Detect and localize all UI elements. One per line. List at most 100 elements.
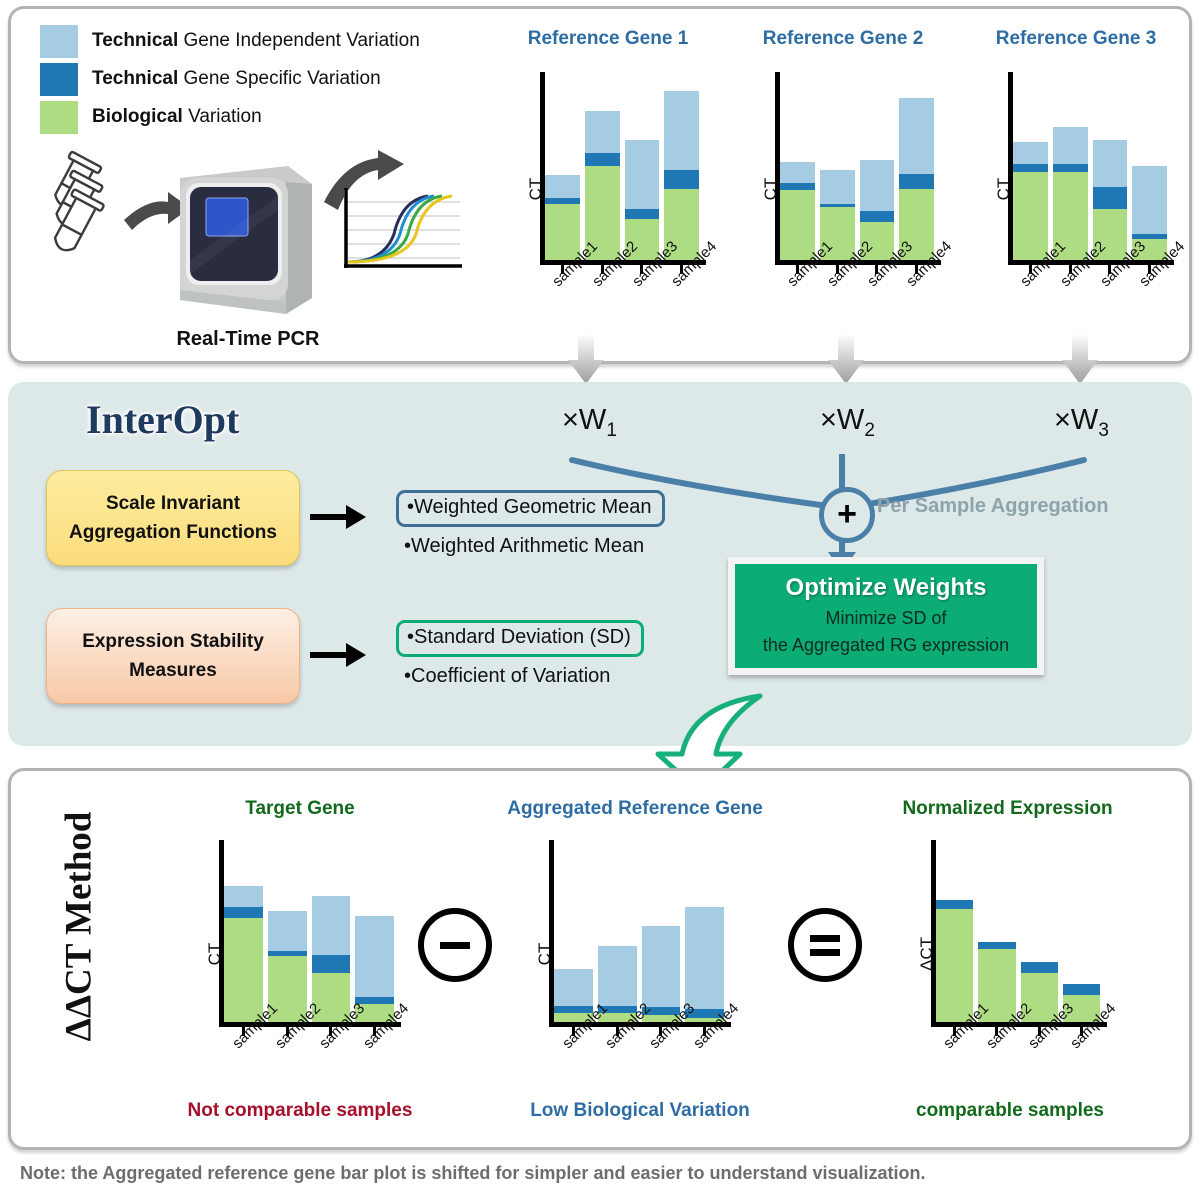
- legend-swatch-technical-independent: [40, 24, 78, 58]
- pcr-machine-icon: [180, 166, 312, 314]
- box-line-1: Scale Invariant: [105, 492, 241, 514]
- chart-title: Reference Gene 2: [762, 28, 924, 49]
- bar-segment-tech-ind: [311, 896, 351, 955]
- bar-segment-tech-ind: [1132, 166, 1167, 234]
- option-coefficient-of-variation[interactable]: •Coefficient of Variation: [404, 665, 610, 688]
- chart-target-gene: Target Gene CT sample1 sample2 sample3 sample…: [175, 798, 425, 1098]
- option-weighted-arithmetic-mean[interactable]: •Weighted Arithmetic Mean: [404, 535, 644, 558]
- caption-comparable-samples: comparable samples: [916, 1100, 1104, 1121]
- box-line-1: Expression Stability: [82, 630, 264, 652]
- bar-segment-tech-spec: [1013, 164, 1048, 172]
- bar-segment-bio: [1013, 171, 1048, 260]
- chart-bar: [624, 72, 660, 260]
- chart-bar: [780, 72, 815, 260]
- interopt-title: InterOpt: [86, 397, 240, 442]
- sample-tubes-icon: [53, 150, 105, 252]
- weight-label-1: ×W1: [562, 404, 617, 441]
- chart-bar: [584, 72, 620, 260]
- bar-segment-tech-ind: [624, 139, 660, 210]
- optimize-line-2: the Aggregated RG expression: [762, 634, 1010, 655]
- chart-reference-gene-3: Reference Gene 3 CT sample1 sample2 sample3 s…: [968, 28, 1189, 348]
- real-time-pcr-illustration: Real-Time PCR: [28, 150, 468, 365]
- optimize-line-1: Minimize SD of: [825, 608, 947, 629]
- bar-segment-tech-spec: [224, 907, 263, 919]
- chart-bar: [267, 840, 307, 1022]
- legend: Technical Gene Independent Variation Tec…: [40, 22, 420, 136]
- chart-bar: [554, 840, 593, 1022]
- chart-bar: [859, 72, 895, 260]
- chart-bar: [597, 840, 637, 1022]
- bar-segment-tech-ind: [1013, 141, 1048, 165]
- chart-bar: [685, 840, 724, 1022]
- bar-segment-tech-ind: [554, 969, 593, 1006]
- chart-bar: [664, 72, 699, 260]
- bar-segment-tech-ind: [1092, 139, 1128, 187]
- chart-bars: [936, 840, 1100, 1022]
- chart-bar: [1013, 72, 1048, 260]
- optimize-weights-box: Optimize Weights Minimize SD of the Aggr…: [735, 564, 1037, 668]
- chart-title: Normalized Expression: [902, 798, 1113, 819]
- bar-segment-tech-spec: [584, 152, 620, 166]
- chart-bar: [899, 72, 934, 260]
- chart-reference-gene-2: Reference Gene 2 CT sample1 sample2 sample3 s…: [735, 28, 956, 348]
- ddct-method-label: ΔΔCT Method: [58, 811, 100, 1042]
- bar-segment-tech-spec: [899, 173, 934, 189]
- legend-item: Technical Gene Independent Variation: [40, 22, 420, 60]
- chart-bar: [1052, 72, 1088, 260]
- chart-normalized-expression: Normalized Expression ΔCT sample1 sample2 sa…: [885, 798, 1130, 1098]
- chart-bar: [311, 840, 351, 1022]
- chart-bar: [224, 840, 263, 1022]
- per-sample-aggregation-label: Per Sample Aggregation: [877, 495, 1109, 517]
- optimize-weights-subtitle: Minimize SD of the Aggregated RG express…: [763, 605, 1009, 657]
- arrow-stability-measures: [310, 643, 368, 667]
- equals-circle-icon: [788, 908, 862, 982]
- chart-bar: [355, 840, 394, 1022]
- option-weighted-geometric-mean[interactable]: •Weighted Geometric Mean: [396, 490, 665, 527]
- bar-segment-tech-spec: [1092, 186, 1128, 210]
- chart-bar: [1092, 72, 1128, 260]
- bar-segment-tech-ind: [1052, 126, 1088, 165]
- chart-bar: [978, 840, 1016, 1022]
- bar-segment-tech-ind: [641, 925, 681, 1008]
- pcr-caption: Real-Time PCR: [176, 328, 320, 350]
- bar-segment-tech-ind: [597, 945, 637, 1006]
- caption-not-comparable-samples: Not comparable samples: [187, 1100, 413, 1121]
- bar-segment-tech-spec: [1020, 961, 1058, 973]
- bar-segment-tech-ind: [780, 162, 815, 183]
- legend-item: Technical Gene Specific Variation: [40, 60, 420, 98]
- chart-bar: [641, 840, 681, 1022]
- bar-segment-tech-spec: [936, 900, 974, 910]
- bar-segment-tech-ind: [267, 911, 307, 952]
- plus-circle-icon: +: [819, 487, 875, 543]
- bar-segment-bio: [936, 909, 974, 1022]
- legend-item-label: Biological Variation: [92, 106, 262, 127]
- bar-segment-tech-spec: [1052, 164, 1088, 172]
- down-arrow-gray-weight-1: [568, 334, 604, 384]
- chart-title: Aggregated Reference Gene: [507, 798, 763, 819]
- legend-item-label: Technical Gene Independent Variation: [92, 30, 420, 51]
- optimize-weights-card: Optimize Weights Minimize SD of the Aggr…: [728, 557, 1044, 675]
- chart-bar: [1020, 840, 1058, 1022]
- bar-segment-bio: [224, 918, 263, 1022]
- chart-bars: [1013, 72, 1167, 260]
- box-line-2: Measures: [129, 660, 217, 681]
- legend-item-label: Technical Gene Specific Variation: [92, 68, 381, 89]
- arrow-aggregation-functions: [310, 505, 368, 529]
- box-line-2: Aggregation Functions: [69, 522, 277, 543]
- bar-segment-tech-spec: [624, 209, 660, 219]
- chart-title: Target Gene: [245, 798, 355, 819]
- weight-label-2: ×W2: [820, 404, 875, 441]
- legend-swatch-biological: [40, 100, 78, 134]
- bar-segment-tech-ind: [899, 98, 934, 174]
- chart-bar: [1132, 72, 1167, 260]
- bar-segment-tech-ind: [224, 885, 263, 908]
- bar-segment-tech-ind: [819, 169, 855, 204]
- option-standard-deviation[interactable]: •Standard Deviation (SD): [396, 620, 644, 657]
- chart-bar: [819, 72, 855, 260]
- weight-label-3: ×W3: [1054, 404, 1109, 441]
- bar-segment-tech-ind: [664, 90, 699, 170]
- bar-segment-tech-ind: [859, 160, 895, 212]
- bar-segment-tech-spec: [859, 211, 895, 223]
- legend-swatch-technical-specific: [40, 62, 78, 96]
- chart-title: Reference Gene 3: [995, 28, 1157, 49]
